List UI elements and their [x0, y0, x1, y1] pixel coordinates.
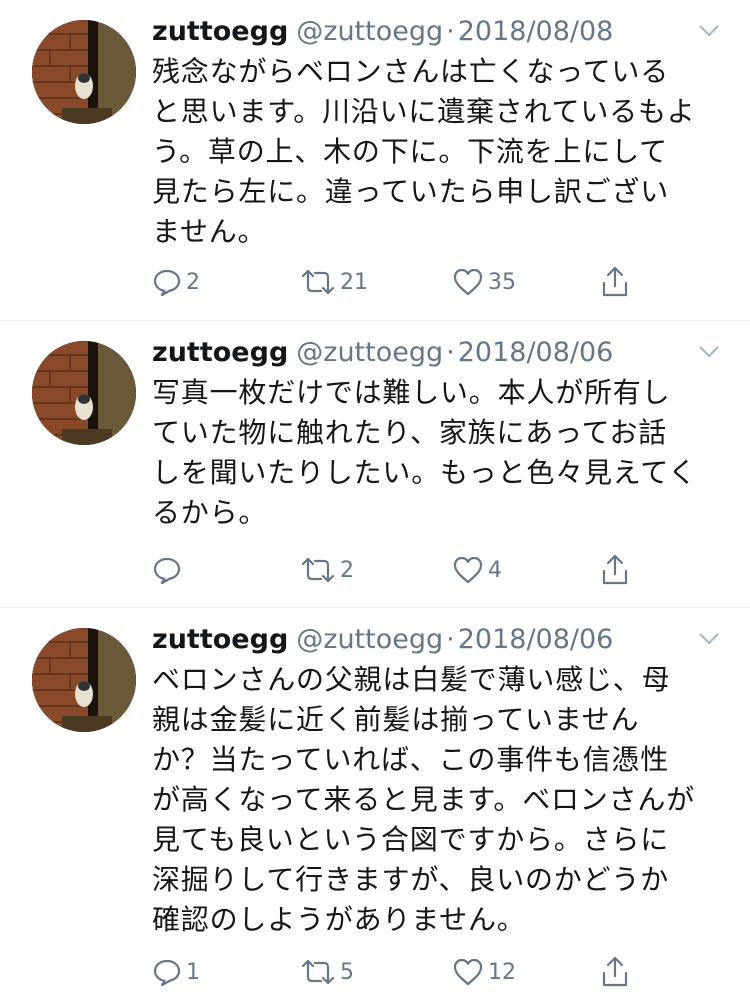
- like-icon: [453, 958, 483, 986]
- share-icon: [602, 956, 628, 987]
- avatar[interactable]: [32, 628, 136, 732]
- like-button[interactable]: 35: [452, 262, 516, 302]
- tweet-text-line: ていた物に触れたり、家族にあってお話: [152, 416, 668, 449]
- share-button[interactable]: [600, 262, 630, 302]
- tweet-text: 写真一枚だけでは難しい。本人が所有し ていた物に触れたり、家族にあってお話 しを…: [152, 373, 724, 533]
- tweet-actions: 2 21 35: [152, 262, 652, 302]
- retweet-button[interactable]: 5: [300, 952, 354, 992]
- tweet-text: ベロンさんの父親は白髪で薄い感じ、母 親は金髪に近く前髪は揃っていません か？当…: [152, 660, 724, 940]
- tweet-text: 残念ながらベロンさんは亡くなっている と思います。川沿いに遺棄されているもよ う…: [152, 52, 724, 252]
- share-button[interactable]: [600, 550, 630, 590]
- tweet-text-line: ません。: [152, 215, 267, 248]
- display-name[interactable]: zuttoegg: [152, 16, 288, 47]
- retweet-count: 21: [340, 269, 368, 295]
- tweet-text-line: 写真一枚だけでは難しい。本人が所有し: [152, 376, 671, 409]
- tweet-text-line: 見ても良いという合図ですから。さらに: [152, 823, 670, 856]
- avatar[interactable]: [32, 341, 136, 445]
- separator-dot: ·: [446, 337, 455, 368]
- like-count: 4: [488, 557, 502, 583]
- timestamp[interactable]: 2018/08/06: [458, 624, 614, 655]
- reply-count: 2: [186, 269, 200, 295]
- retweet-count: 5: [340, 959, 354, 985]
- retweet-button[interactable]: 2: [300, 550, 354, 590]
- reply-icon: [153, 269, 181, 297]
- timestamp[interactable]: 2018/08/08: [458, 16, 614, 47]
- handle[interactable]: @zuttoegg: [296, 337, 443, 368]
- tweet-text-line: と思います。川沿いに遺棄されているもよ: [152, 95, 696, 128]
- reply-icon: [153, 557, 181, 585]
- retweet-icon: [301, 959, 335, 985]
- like-count: 12: [488, 959, 516, 985]
- like-icon: [453, 268, 483, 296]
- chevron-down-icon[interactable]: [698, 345, 720, 359]
- tweet-actions: 1 5 12: [152, 952, 652, 992]
- share-icon: [602, 266, 628, 297]
- handle[interactable]: @zuttoegg: [296, 16, 443, 47]
- like-icon: [453, 556, 483, 584]
- tweet[interactable]: zuttoegg @zuttoegg · 2018/08/08 残念ながらベロンさんは…: [0, 0, 750, 320]
- tweet-header: zuttoegg @zuttoegg · 2018/08/06: [152, 622, 613, 658]
- tweet-text-line: が高くなって来ると見ます。ベロンさんが: [152, 783, 696, 816]
- handle[interactable]: @zuttoegg: [296, 624, 443, 655]
- tweet-text-line: しを聞いたりしたい。もっと色々見えてく: [152, 456, 697, 489]
- tweet-text-line: 深掘りして行きますが、良いのかどうか: [152, 863, 670, 896]
- tweet-text-line: 見たら左に。違っていたら申し訳ござい: [152, 175, 670, 208]
- tweet-text-line: 確認のしようがありません。: [152, 903, 526, 936]
- reply-button[interactable]: 2: [152, 262, 200, 302]
- tweet-actions: 2 4: [152, 550, 652, 590]
- share-icon: [602, 554, 628, 585]
- retweet-icon: [301, 269, 335, 295]
- separator-dot: ·: [446, 16, 455, 47]
- like-count: 35: [488, 269, 516, 295]
- reply-icon: [153, 959, 181, 987]
- avatar[interactable]: [32, 20, 136, 124]
- tweet[interactable]: zuttoegg @zuttoegg · 2018/08/06 写真一枚だけでは難しい…: [0, 320, 750, 607]
- reply-button[interactable]: [152, 550, 186, 590]
- retweet-count: 2: [340, 557, 354, 583]
- separator-dot: ·: [446, 624, 455, 655]
- tweet-text-line: 親は金髪に近く前髪は揃っていません: [152, 703, 640, 736]
- timestamp[interactable]: 2018/08/06: [458, 337, 614, 368]
- tweet-text-line: ベロンさんの父親は白髪で薄い感じ、母: [152, 663, 671, 696]
- tweet-header: zuttoegg @zuttoegg · 2018/08/08: [152, 14, 613, 50]
- share-button[interactable]: [600, 952, 630, 992]
- reply-button[interactable]: 1: [152, 952, 200, 992]
- display-name[interactable]: zuttoegg: [152, 337, 288, 368]
- reply-count: 1: [186, 959, 200, 985]
- tweet-text-line: 残念ながらベロンさんは亡くなっている: [152, 55, 670, 88]
- chevron-down-icon[interactable]: [698, 24, 720, 38]
- tweet-header: zuttoegg @zuttoegg · 2018/08/06: [152, 335, 613, 371]
- retweet-button[interactable]: 21: [300, 262, 368, 302]
- like-button[interactable]: 4: [452, 550, 502, 590]
- display-name[interactable]: zuttoegg: [152, 624, 288, 655]
- tweet-text-line: か？当たっていれば、この事件も信憑性: [152, 743, 670, 776]
- tweet[interactable]: zuttoegg @zuttoegg · 2018/08/06 ベロンさんの父親は白髪…: [0, 607, 750, 1001]
- retweet-icon: [301, 557, 335, 583]
- tweet-text-line: う。草の上、木の下に。下流を上にして: [152, 135, 668, 168]
- like-button[interactable]: 12: [452, 952, 516, 992]
- chevron-down-icon[interactable]: [698, 632, 720, 646]
- tweet-text-line: るから。: [152, 496, 268, 529]
